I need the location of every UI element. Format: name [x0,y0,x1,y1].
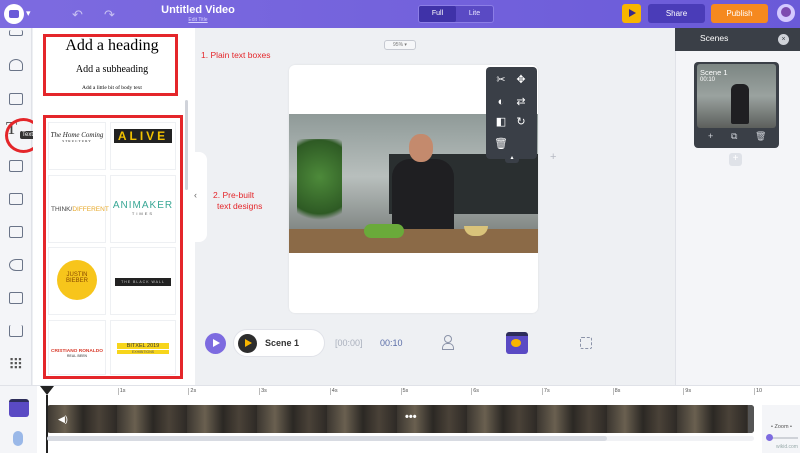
scene-selector[interactable]: Scene 1 [233,329,325,357]
view-lite-option[interactable]: Lite [456,6,493,22]
templates-icon[interactable] [9,30,23,36]
swap-icon[interactable]: ⇄ [514,95,528,109]
person-head [409,134,433,162]
ruler-tick-line [683,388,685,395]
app-logo[interactable] [4,4,24,24]
ruler-tick-label: 6s [473,388,479,394]
ruler-tick-line [541,388,543,395]
zoom-dropdown[interactable]: 95% ▾ [384,40,416,50]
more-apps-icon[interactable]: ▪▪▪ ▪▪▪ ▪▪▪ [10,355,22,372]
focus-icon[interactable] [580,337,592,349]
preview-play-button[interactable] [622,4,641,23]
vegetables [364,224,404,238]
timeline-scrollbar[interactable] [47,436,754,441]
upload-icon[interactable] [9,325,23,337]
zoom-label: • Zoom • [771,424,792,430]
edit-title-link[interactable]: Edit Title [158,17,238,23]
publish-button[interactable]: Publish [711,4,768,23]
close-icon[interactable]: × [778,34,789,45]
scene-play-icon[interactable] [238,334,257,353]
delete-icon[interactable]: 🗑 [494,137,508,151]
ruler-tick-label: 5s [402,388,409,394]
ruler-tick-line [329,388,331,395]
chevron-down-icon[interactable]: ▾ [26,8,31,19]
cut-icon[interactable]: ✂ [494,73,508,87]
image-icon[interactable] [9,292,23,304]
user-avatar[interactable] [777,4,795,22]
annotation-line: text designs [217,201,263,211]
clapperboard-icon[interactable] [506,332,528,354]
ruler-tick-line [612,388,614,395]
video-track[interactable]: ◀) ••• [47,405,754,433]
person [387,129,457,239]
ruler-tick-line [188,388,190,395]
ruler-tick-line [400,388,402,395]
opacity-icon[interactable]: ◧ [494,115,508,129]
properties-icon[interactable] [9,93,23,105]
chevron-up-icon[interactable]: ▴ [505,155,519,163]
annotation-box-plain [43,34,178,96]
ruler-tick-line [471,388,473,395]
watermark: wikid.com [776,444,798,450]
music-icon[interactable] [9,259,23,271]
annotation-plain-text: 1. Plain text boxes [201,50,271,60]
ruler-tick-label: 8s [614,388,621,394]
move-icon[interactable]: ✥ [514,73,528,87]
filter-icon[interactable]: ◐ [494,95,508,109]
microphone-icon[interactable] [13,431,23,446]
scene-label: Scene 1 [265,338,300,348]
share-button[interactable]: Share [648,4,705,23]
view-toggle[interactable]: Full Lite [418,5,494,23]
annotation-prebuilt: 2. Pre-built text designs [213,190,262,212]
view-full-option[interactable]: Full [419,6,456,22]
bg-icon[interactable] [9,160,23,172]
scenes-title: Scenes [700,33,729,43]
zoom-knob[interactable] [766,434,773,441]
new-scene-button[interactable]: + [729,153,742,166]
video-icon[interactable] [9,226,23,238]
character-icon[interactable] [9,59,23,71]
play-button[interactable] [205,333,226,354]
library-scrollbar[interactable] [185,100,188,190]
annotation-box-prebuilt [43,115,183,379]
zoom-value: 95% [393,42,404,48]
plant [297,139,342,234]
collapse-panel-tab[interactable]: ‹ [190,152,207,242]
ruler-tick-label: 2s [190,388,197,394]
character-icon[interactable] [442,335,454,350]
trash-icon[interactable]: 🗑 [755,131,766,142]
ruler-tick-label: 3s [261,388,267,394]
add-scene-icon[interactable]: + [708,131,713,141]
video-title[interactable]: Untitled Video [158,4,238,16]
playhead-line [46,395,48,453]
speaker-icon[interactable]: ◀) [58,414,68,425]
redo-icon[interactable]: ↷ [104,7,115,23]
ruler-tick-label: 4s [331,388,338,394]
object-toolbar: ✂ ✥ ◐ ⇄ ◧ ↻ 🗑 [486,67,537,159]
more-options-icon[interactable]: ••• [405,411,417,423]
scene-name: Scene 1 [700,68,728,77]
total-time: 00:10 [380,338,403,348]
ruler-tick-line [117,388,119,395]
video-track-icon[interactable] [9,399,29,417]
ruler-tick-label: 9s [685,388,692,394]
ruler-tick-line [754,388,755,395]
ruler-tick-label: 7s [543,388,550,394]
undo-icon[interactable]: ↶ [72,7,83,23]
track-handle[interactable] [748,405,754,433]
ruler-tick-label: 1s [119,388,126,394]
chart-icon[interactable] [9,193,23,205]
scene-duration: 00:10 [700,77,716,83]
counter [289,229,538,253]
chevron-left-icon: ‹ [194,190,197,200]
duplicate-icon[interactable]: ⧉ [731,131,737,142]
rotate-icon[interactable]: ↻ [514,115,528,129]
playhead[interactable] [40,386,54,395]
add-icon[interactable]: + [550,151,556,163]
ruler-tick-line [259,388,261,395]
current-time: [00:00] [335,338,363,348]
annotation-line: 2. Pre-built [213,190,255,200]
ruler-tick-label: 10 [756,388,763,394]
